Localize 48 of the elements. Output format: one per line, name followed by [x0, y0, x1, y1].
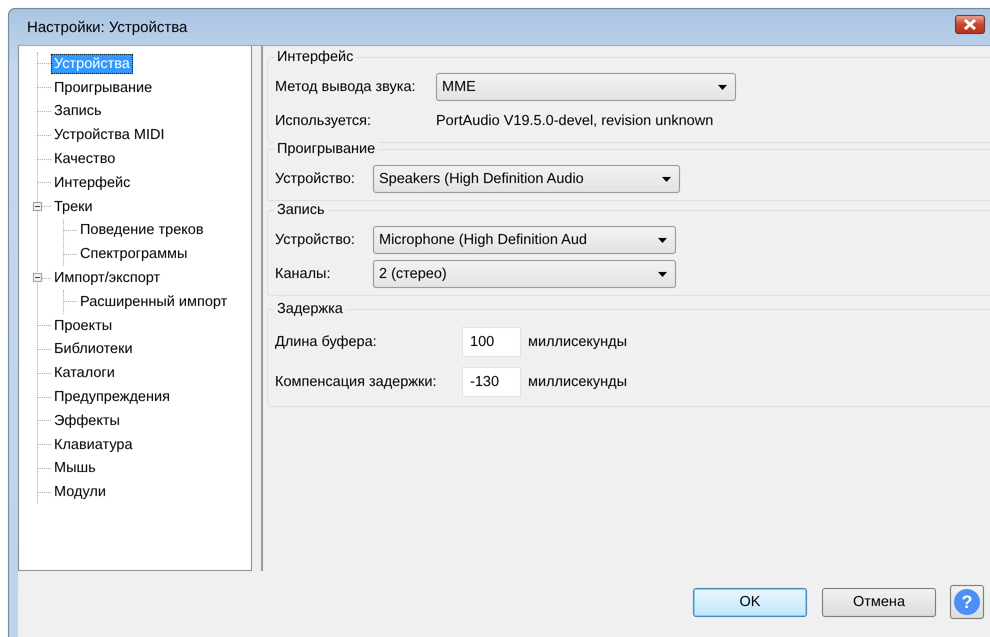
tree-item[interactable]: Треки [51, 196, 96, 217]
tree-item[interactable]: Библиотеки [51, 339, 136, 360]
field-label: Используется: [275, 113, 372, 129]
tree-item[interactable]: Расширенный импорт [77, 292, 230, 312]
tree-item[interactable]: Эффекты [51, 410, 123, 431]
field-label: Длина буфера: [275, 334, 378, 350]
group-title: Проигрывание [274, 141, 378, 157]
caret-icon [662, 176, 671, 182]
number-field[interactable]: 100 [462, 327, 521, 357]
window-title: Настройки: Устройства [27, 18, 188, 36]
caret-icon [658, 238, 667, 242]
unit-label: миллисекунды [528, 334, 628, 350]
dropdown[interactable]: 2 (стерео) [373, 260, 676, 288]
field-label: Каналы: [275, 266, 332, 282]
tree-item[interactable]: Мышь [51, 458, 99, 478]
tree-item[interactable]: Предупреждения [51, 387, 173, 408]
collapse-icon[interactable] [33, 202, 42, 211]
dropdown[interactable]: Microphone (High Definition Aud [373, 226, 676, 254]
info-text: PortAudio V19.5.0-devel, revision unknown [436, 113, 714, 129]
caret-icon [658, 272, 667, 276]
tree-item[interactable]: Проекты [51, 316, 116, 336]
tree-item[interactable]: Клавиатура [51, 434, 136, 455]
collapse-icon[interactable] [33, 273, 42, 282]
tree-item[interactable]: Интерфейс [51, 172, 134, 193]
tree-item[interactable]: Запись [51, 101, 105, 122]
ok-button[interactable]: OK [693, 588, 807, 616]
cancel-button[interactable]: Отмена [822, 588, 936, 616]
field-label: Устройство: [275, 232, 356, 248]
field-label: Метод вывода звука: [275, 79, 417, 95]
close-icon [963, 18, 977, 30]
field-label: Компенсация задержки: [275, 374, 438, 390]
tree-item[interactable]: Устройства MIDI [51, 125, 168, 146]
tree-item[interactable]: Поведение треков [77, 220, 207, 240]
dropdown[interactable]: MME [436, 73, 736, 101]
group-title: Задержка [274, 301, 346, 317]
tree-item[interactable]: Проигрывание [51, 78, 156, 98]
tree-item[interactable]: Качество [51, 149, 118, 170]
tree-item[interactable]: Импорт/экспорт [51, 268, 164, 288]
number-field[interactable]: -130 [462, 367, 521, 397]
field-label: Устройство: [275, 171, 356, 187]
unit-label: миллисекунды [528, 374, 628, 390]
tree-item[interactable]: Спектрограммы [77, 244, 190, 264]
group-title: Интерфейс [274, 49, 356, 65]
tree-item[interactable]: Каталоги [51, 363, 118, 384]
caret-icon [718, 84, 727, 90]
close-button[interactable] [955, 14, 985, 34]
dropdown[interactable]: Speakers (High Definition Audio [373, 165, 680, 193]
tree-item[interactable]: Модули [51, 482, 109, 502]
